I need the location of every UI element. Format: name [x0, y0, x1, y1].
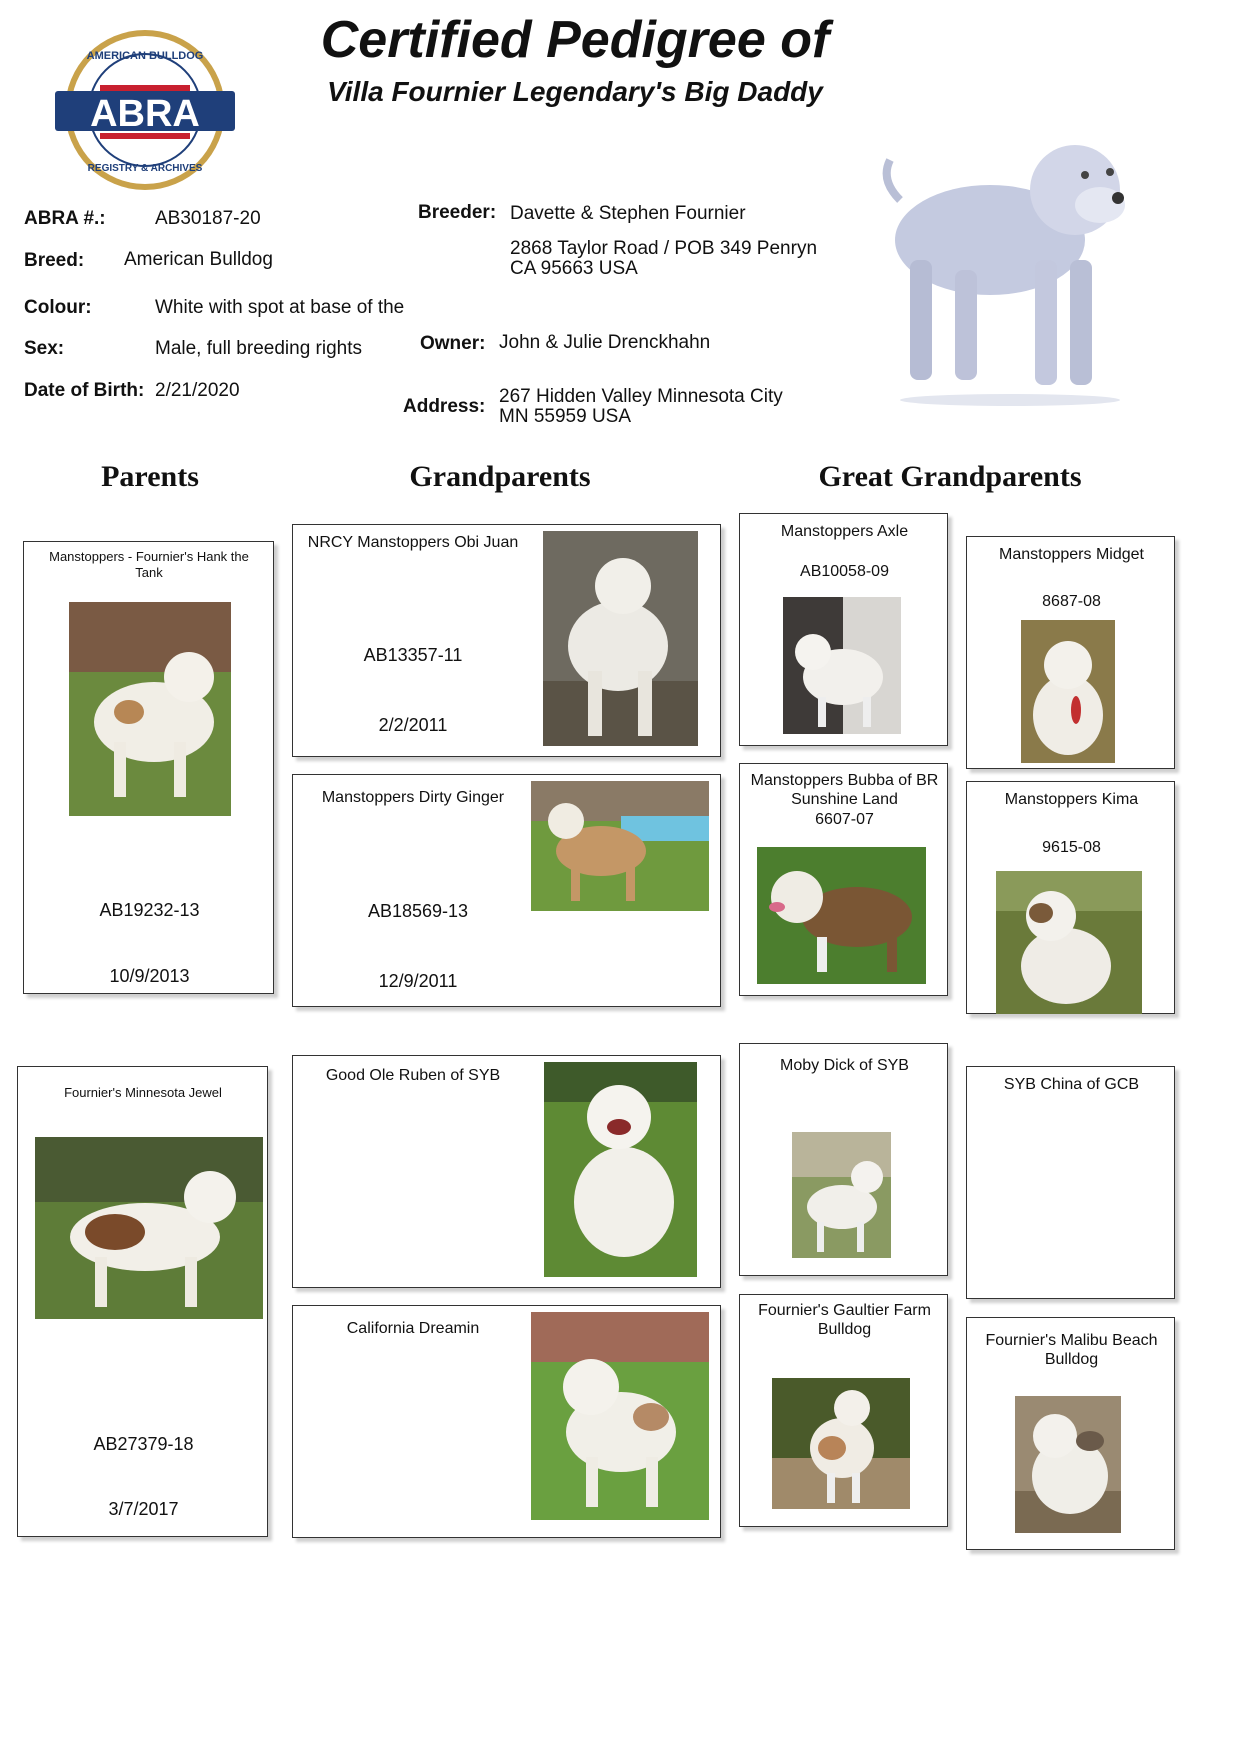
pedigree-name: Manstoppers Kima	[1004, 791, 1139, 808]
pedigree-name: Fournier's Minnesota Jewel	[64, 1085, 222, 1100]
birth-date: 3/7/2017	[108, 1499, 179, 1519]
dog-photo	[996, 871, 1142, 1014]
sex-value: Male, full breeding rights	[155, 338, 362, 359]
abra-logo: ABRA AMERICAN BULLDOG REGISTRY & ARCHIVE…	[50, 25, 240, 195]
breeder-label: Breeder:	[418, 202, 497, 223]
pedigree-name: Fournier's Gaultier Farm Bulldog	[758, 1302, 931, 1338]
dog-photo	[757, 847, 926, 984]
registration-number: 6607-07	[815, 811, 874, 828]
grandparent-card-4[interactable]: California Dreamin	[292, 1305, 721, 1538]
birth-date: 2/2/2011	[378, 715, 448, 735]
birth-date: 12/9/2011	[378, 971, 458, 991]
logo-top-text: AMERICAN BULLDOG	[87, 50, 204, 62]
registration-number: AB18569-13	[367, 901, 469, 921]
colour-value: White with spot at base of the tail	[155, 297, 405, 321]
dog-photo	[531, 1312, 709, 1520]
registration-number: 8687-08	[1042, 593, 1101, 610]
logo-main-text: ABRA	[90, 93, 200, 135]
pedigree-name: Good Ole Ruben of SYB	[325, 1067, 501, 1084]
pedigree-name: Moby Dick of SYB	[780, 1057, 909, 1074]
dob-label: Date of Birth:	[24, 380, 145, 401]
pedigree-name: Manstoppers Bubba of BR Sunshine Land	[750, 772, 939, 808]
dog-photo	[544, 1062, 697, 1277]
sex-label: Sex:	[24, 338, 65, 359]
breed-value: American Bulldog	[124, 249, 273, 270]
parent-card-dam[interactable]: Fournier's Minnesota Jewel AB27379-18 3/…	[17, 1066, 268, 1537]
grandparent-card-1[interactable]: NRCY Manstoppers Obi Juan AB13357-11 2/2…	[292, 524, 721, 757]
owner-address-line1: 267 Hidden Valley Minnesota City	[499, 386, 783, 407]
great-grandparent-card-3[interactable]: Manstoppers Bubba of BR Sunshine Land 66…	[739, 763, 948, 996]
pedigree-name: Manstoppers Axle	[780, 523, 909, 540]
dog-photo	[1021, 620, 1115, 763]
abra-number-value: AB30187-20	[155, 208, 261, 229]
breed-label: Breed:	[24, 250, 85, 271]
registration-number: AB19232-13	[99, 900, 200, 920]
pedigree-name: Manstoppers Midget	[999, 546, 1144, 563]
registration-number: AB10058-09	[800, 563, 889, 580]
great-grandparent-card-1[interactable]: Manstoppers Axle AB10058-09	[739, 513, 948, 746]
owner-address-line2: MN 55959 USA	[499, 406, 632, 427]
owner-value: John & Julie Drenckhahn	[499, 332, 711, 353]
column-parents: Parents	[101, 460, 199, 493]
pedigree-name: Manstoppers - Fournier's Hank the Tank	[49, 549, 249, 580]
dog-photo	[783, 597, 901, 734]
great-grandparent-card-7[interactable]: Fournier's Gaultier Farm Bulldog	[739, 1294, 948, 1527]
registration-number: 9615-08	[1042, 839, 1101, 856]
grandparent-card-2[interactable]: Manstoppers Dirty Ginger AB18569-13 12/9…	[292, 774, 721, 1007]
pedigree-name: California Dreamin	[346, 1320, 480, 1337]
breeder-address-line1: 2868 Taylor Road / POB 349 Penryn	[510, 238, 818, 259]
logo-bottom-text: REGISTRY & ARCHIVES	[88, 163, 203, 174]
pedigree-name: SYB China of GCB	[1003, 1076, 1140, 1093]
grandparent-card-3[interactable]: Good Ole Ruben of SYB	[292, 1055, 721, 1288]
dog-photo	[792, 1132, 891, 1258]
dog-photo	[1015, 1396, 1121, 1533]
dog-photo	[543, 531, 698, 746]
column-grandparents: Grandparents	[409, 460, 591, 493]
abra-number-label: ABRA #.:	[24, 208, 106, 229]
registration-number: AB27379-18	[93, 1434, 194, 1454]
dog-photo	[69, 602, 231, 816]
main-dog-photo	[860, 120, 1160, 410]
breeder-value: Davette & Stephen Fournier	[510, 203, 746, 224]
breeder-address-line2: CA 95663 USA	[510, 258, 638, 279]
dog-photo	[772, 1378, 910, 1509]
dog-photo	[35, 1137, 263, 1319]
pedigree-name: Fournier's Malibu Beach Bulldog	[985, 1332, 1158, 1368]
registration-number: AB13357-11	[363, 645, 463, 665]
great-grandparent-card-2[interactable]: Manstoppers Midget 8687-08	[966, 536, 1175, 769]
birth-date: 10/9/2013	[109, 966, 190, 986]
great-grandparent-card-5[interactable]: Moby Dick of SYB	[739, 1043, 948, 1276]
dob-value: 2/21/2020	[155, 380, 240, 401]
colour-label: Colour:	[24, 297, 92, 318]
dog-photo	[531, 781, 709, 911]
address-label: Address:	[403, 396, 486, 417]
parent-card-sire[interactable]: Manstoppers - Fournier's Hank the Tank A…	[23, 541, 274, 994]
great-grandparent-card-4[interactable]: Manstoppers Kima 9615-08	[966, 781, 1175, 1014]
column-great-grandparents: Great Grandparents	[818, 460, 1082, 493]
pedigree-name: Manstoppers Dirty Ginger	[321, 789, 505, 806]
pedigree-name: NRCY Manstoppers Obi Juan	[307, 534, 519, 551]
great-grandparent-card-6[interactable]: SYB China of GCB	[966, 1066, 1175, 1299]
great-grandparent-card-8[interactable]: Fournier's Malibu Beach Bulldog	[966, 1317, 1175, 1550]
owner-label: Owner:	[420, 333, 486, 354]
